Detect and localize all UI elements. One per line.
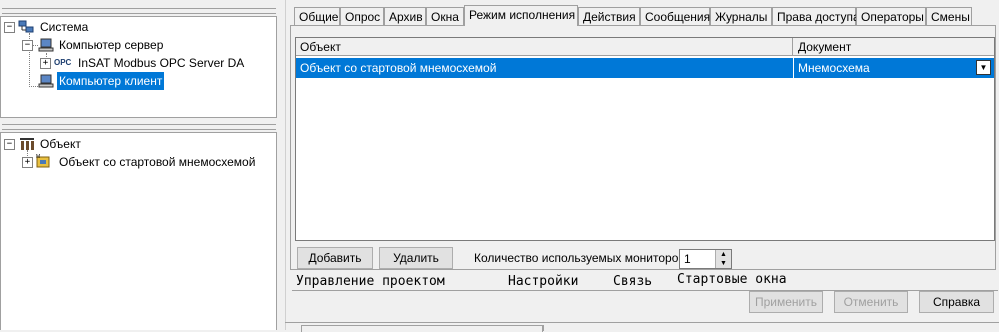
tree-label-object-child: Объект со стартовой мнемосхемой bbox=[59, 155, 256, 169]
tree-label-system: Система bbox=[40, 20, 89, 34]
tree-label-object: Объект bbox=[40, 137, 81, 151]
tree-node-object[interactable]: − Объект bbox=[4, 135, 254, 153]
expand-icon[interactable]: + bbox=[22, 157, 33, 168]
document-value: Мнемосхема bbox=[798, 61, 870, 75]
tab-general[interactable]: Общие bbox=[294, 7, 340, 25]
expand-icon[interactable]: + bbox=[40, 58, 51, 69]
dropdown-arrow-icon[interactable]: ▼ bbox=[976, 60, 991, 75]
tab-actions[interactable]: Действия bbox=[578, 7, 640, 25]
bottom-splitter-grip[interactable] bbox=[2, 124, 276, 130]
computer-icon bbox=[38, 74, 54, 88]
tab-runtime-mode[interactable]: Режим исполнения bbox=[464, 5, 578, 26]
monitors-value[interactable]: 1 bbox=[684, 252, 691, 266]
tab-access-rights[interactable]: Права доступа bbox=[772, 7, 860, 25]
status-pane bbox=[543, 325, 998, 331]
tab-start-windows[interactable]: Стартовые окна bbox=[677, 272, 787, 288]
spin-down-icon[interactable]: ▼ bbox=[715, 259, 731, 268]
apply-button[interactable]: Применить bbox=[749, 291, 823, 313]
system-network-icon bbox=[18, 20, 34, 33]
tree-node-server[interactable]: − Компьютер сервер bbox=[22, 36, 272, 54]
grid-header-object[interactable]: Объект bbox=[296, 38, 793, 56]
tab-archive[interactable]: Архив bbox=[384, 7, 426, 25]
tab-settings[interactable]: Настройки bbox=[508, 274, 578, 290]
tree-label-server: Компьютер сервер bbox=[59, 38, 164, 52]
tab-connection[interactable]: Связь bbox=[613, 274, 652, 290]
tab-messages[interactable]: Сообщения bbox=[640, 7, 710, 25]
grid-row[interactable]: Объект со стартовой мнемосхемой Мнемосхе… bbox=[296, 58, 994, 78]
status-pane bbox=[301, 325, 543, 332]
tree-label-client: Компьютер клиент bbox=[57, 72, 165, 90]
tree-node-opc[interactable]: + OPC InSAT Modbus OPC Server DA bbox=[40, 54, 280, 72]
tree-label-opc: InSAT Modbus OPC Server DA bbox=[78, 56, 245, 70]
tab-operators[interactable]: Операторы bbox=[856, 7, 926, 25]
grid-cell-document[interactable]: Мнемосхема ▼ bbox=[793, 58, 994, 78]
add-button[interactable]: Добавить bbox=[297, 247, 373, 269]
tree-node-client[interactable]: Компьютер клиент bbox=[22, 72, 272, 90]
top-splitter-grip[interactable] bbox=[2, 8, 276, 14]
tree-node-system[interactable]: − Система bbox=[4, 18, 254, 36]
opc-server-icon: OPC bbox=[54, 58, 72, 67]
monitors-spinner[interactable]: 1 ▲ ▼ bbox=[679, 249, 732, 269]
collapse-icon[interactable]: − bbox=[4, 139, 15, 150]
delete-button[interactable]: Удалить bbox=[379, 247, 453, 269]
start-windows-grid[interactable]: Объект Документ Объект со стартовой мнем… bbox=[295, 37, 995, 241]
monitors-label: Количество используемых мониторов : bbox=[474, 251, 692, 265]
tab-shifts[interactable]: Смены bbox=[926, 7, 972, 25]
tab-project-management[interactable]: Управление проектом bbox=[296, 274, 445, 290]
computer-icon bbox=[38, 38, 54, 52]
tree-node-object-child[interactable]: + M Объект со стартовой мнемосхемой bbox=[22, 153, 277, 171]
object-columns-icon bbox=[20, 138, 34, 150]
grid-header-document[interactable]: Документ bbox=[793, 38, 994, 56]
tab-polling[interactable]: Опрос bbox=[340, 7, 384, 25]
collapse-icon[interactable]: − bbox=[22, 40, 33, 51]
mnemonic-object-icon: M bbox=[36, 154, 50, 168]
collapse-icon[interactable]: − bbox=[4, 22, 15, 33]
tab-windows[interactable]: Окна bbox=[426, 7, 464, 25]
svg-text:M: M bbox=[36, 154, 40, 160]
cancel-button[interactable]: Отменить bbox=[834, 291, 908, 313]
help-button[interactable]: Справка bbox=[919, 291, 994, 313]
grid-cell-object: Объект со стартовой мнемосхемой bbox=[300, 61, 497, 75]
spin-up-icon[interactable]: ▲ bbox=[715, 250, 731, 259]
tab-journals[interactable]: Журналы bbox=[710, 7, 772, 25]
